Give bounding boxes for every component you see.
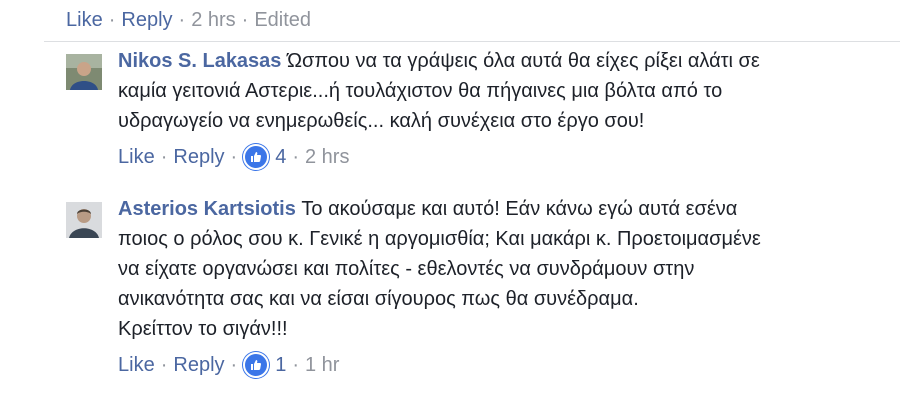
reaction-count[interactable]: 1 (275, 353, 286, 377)
reply-link[interactable]: Reply (173, 353, 224, 377)
reply-link[interactable]: Reply (121, 8, 172, 32)
reply-link[interactable]: Reply (173, 145, 224, 169)
separator-dot: · (230, 146, 238, 168)
thumbs-up-icon[interactable] (243, 352, 270, 378)
comment-text: Asterios Kartsiotis Το ακούσαμε και αυτό… (118, 194, 878, 344)
like-link[interactable]: Like (118, 353, 155, 377)
comment-text: Nikos S. Lakasas Ώσπου να τα γράψεις όλα… (118, 46, 878, 136)
reaction-count[interactable]: 4 (275, 145, 286, 169)
avatar[interactable] (66, 202, 102, 238)
comment-item: Asterios Kartsiotis Το ακούσαμε και αυτό… (66, 194, 896, 378)
like-link[interactable]: Like (66, 8, 103, 32)
divider (44, 41, 900, 42)
separator-dot: · (292, 354, 299, 376)
comment-item: Nikos S. Lakasas Ώσπου να τα γράψεις όλα… (66, 46, 896, 170)
separator-dot: · (241, 9, 249, 31)
comment-actions: Like · Reply · 1 · 1 hr (118, 352, 878, 378)
comment-author[interactable]: Nikos S. Lakasas (118, 50, 281, 72)
avatar[interactable] (66, 54, 102, 90)
like-link[interactable]: Like (118, 145, 155, 169)
separator-dot: · (108, 9, 116, 31)
timestamp[interactable]: 2 hrs (191, 8, 235, 32)
timestamp[interactable]: 2 hrs (305, 145, 349, 169)
separator-dot: · (178, 9, 186, 31)
separator-dot: · (230, 354, 238, 376)
separator-dot: · (160, 354, 168, 376)
comment-author[interactable]: Asterios Kartsiotis (118, 198, 296, 220)
top-comment-actions: Like · Reply · 2 hrs · Edited (66, 8, 311, 32)
separator-dot: · (292, 146, 299, 168)
separator-dot: · (160, 146, 168, 168)
thumbs-up-icon[interactable] (243, 144, 270, 170)
timestamp[interactable]: 1 hr (305, 353, 339, 377)
comment-actions: Like · Reply · 4 · 2 hrs (118, 144, 878, 170)
edited-label[interactable]: Edited (254, 8, 311, 32)
